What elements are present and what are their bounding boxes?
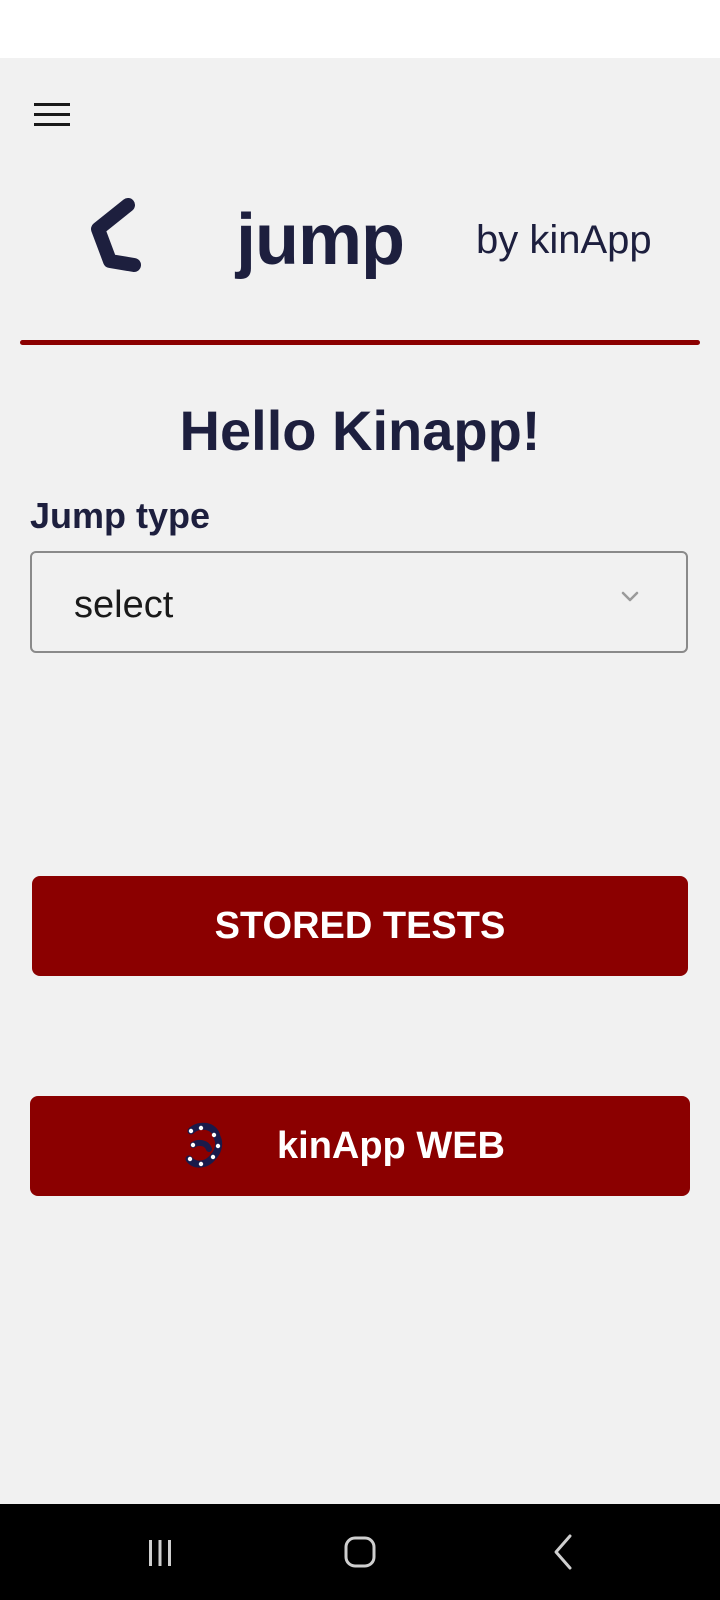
menu-line xyxy=(34,102,70,106)
menu-line xyxy=(34,122,70,126)
status-bar xyxy=(0,0,720,58)
stored-tests-label: STORED TESTS xyxy=(214,904,506,947)
jump-type-select[interactable]: select xyxy=(30,551,688,653)
home-button[interactable] xyxy=(332,1526,388,1578)
kinapp-leg-logo-icon xyxy=(91,198,141,272)
hamburger-menu-icon[interactable] xyxy=(30,96,74,132)
header-divider xyxy=(20,340,700,345)
back-button[interactable] xyxy=(536,1526,592,1578)
stored-tests-button[interactable]: STORED TESTS xyxy=(32,876,688,976)
home-icon xyxy=(344,1536,376,1568)
chevron-down-icon xyxy=(621,591,639,602)
kinapp-web-label: kinApp WEB xyxy=(277,1124,505,1167)
kinapp-web-icon xyxy=(185,1122,223,1168)
screen: jump by kinApp Hello Kinapp! Jump type s… xyxy=(0,0,720,1600)
app-title: jump xyxy=(236,200,405,280)
greeting-heading: Hello Kinapp! xyxy=(179,399,541,462)
jump-type-label: Jump type xyxy=(30,495,211,536)
back-icon xyxy=(554,1534,572,1570)
byline: by kinApp xyxy=(476,218,652,262)
recent-apps-icon xyxy=(149,1540,171,1566)
recent-apps-button[interactable] xyxy=(132,1526,188,1578)
jump-type-select-value: select xyxy=(74,584,174,626)
kinapp-web-button[interactable]: kinApp WEB xyxy=(30,1096,690,1196)
menu-line xyxy=(34,112,70,116)
system-nav-bar xyxy=(0,1504,720,1600)
